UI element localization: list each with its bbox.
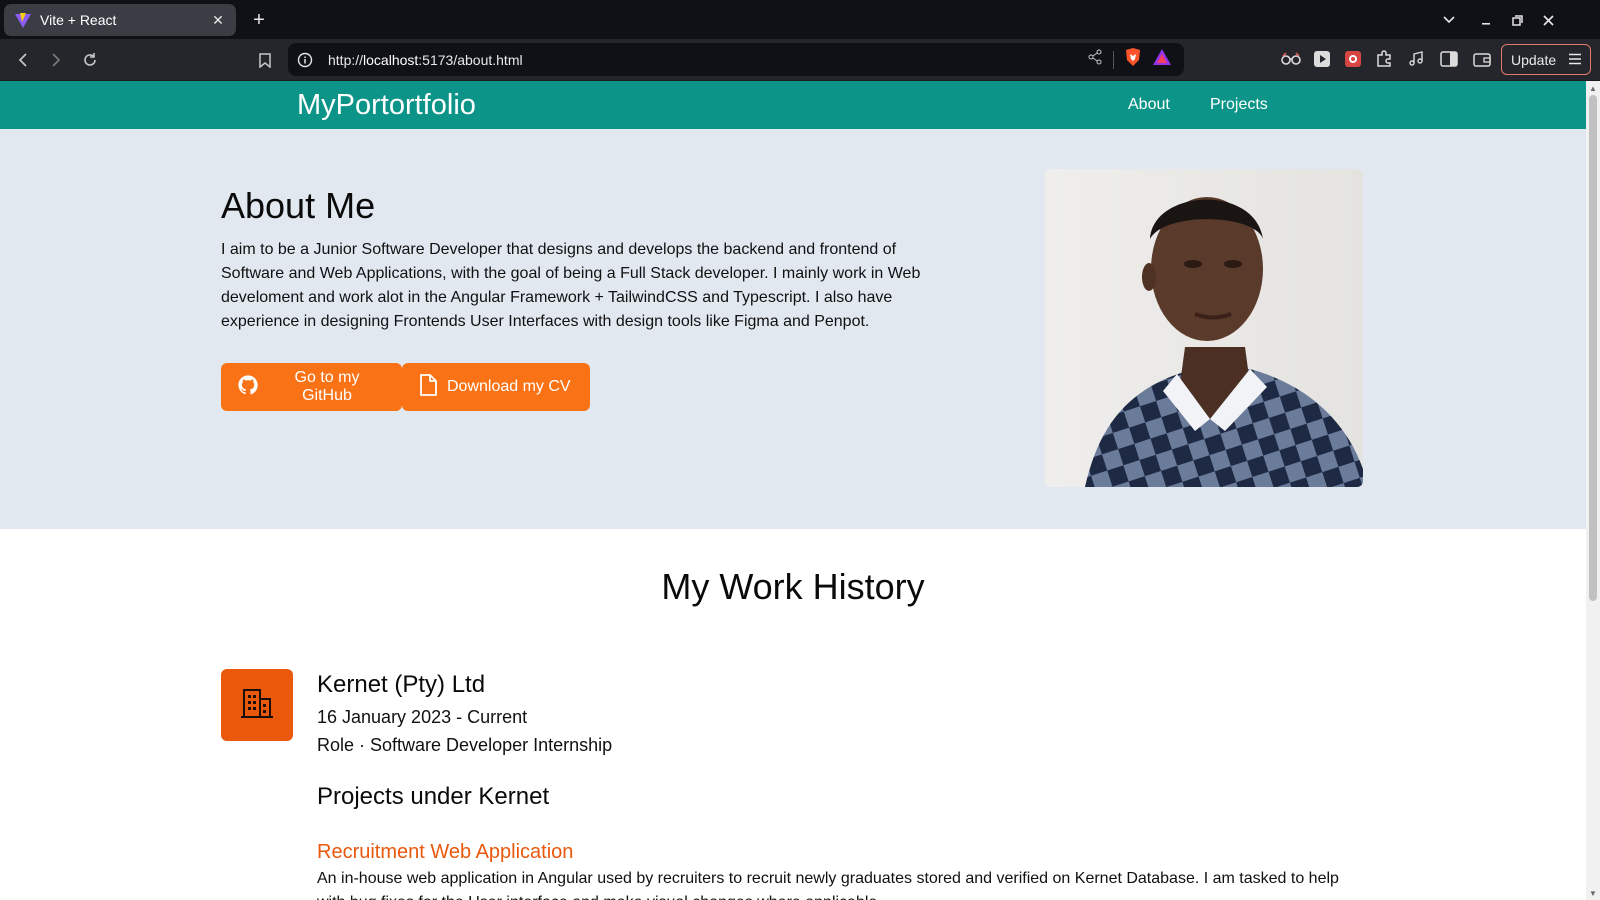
about-hero: About Me I aim to be a Junior Software D… (0, 129, 1586, 529)
employment-dates: 16 January 2023 - Current (317, 707, 528, 727)
update-button[interactable]: Update (1501, 44, 1591, 75)
project-description: An in-house web application in Angular u… (317, 870, 1339, 900)
about-bio: I aim to be a Junior Software Developer … (221, 241, 921, 330)
share-icon[interactable] (1087, 49, 1103, 70)
projects-under-company-heading: Projects under Kernet (317, 783, 550, 810)
download-cv-button[interactable]: Download my CV (402, 363, 590, 411)
forward-icon[interactable] (43, 47, 69, 73)
nav-link-about[interactable]: About (1128, 96, 1170, 114)
company-name: Kernet (Pty) Ltd (317, 671, 486, 698)
bookmark-icon[interactable] (252, 47, 278, 73)
back-icon[interactable] (10, 47, 36, 73)
tab-list-chevron-icon[interactable] (1437, 8, 1461, 32)
download-cv-label: Download my CV (447, 378, 571, 395)
site-brand[interactable]: MyPortortfolio (297, 89, 476, 121)
page-viewport: MyPortortfolio About Projects About Me I… (0, 81, 1586, 900)
about-heading: About Me (221, 185, 376, 226)
minimize-icon[interactable] (1474, 8, 1498, 32)
tab-strip: Vite + React ✕ + (0, 0, 1600, 39)
tab-title: Vite + React (40, 12, 117, 28)
sidebar-toggle-icon[interactable] (1437, 47, 1461, 71)
url-scheme: http:// (328, 51, 364, 68)
wallet-icon[interactable] (1470, 47, 1494, 71)
menu-icon (1568, 52, 1582, 68)
extension-glasses-icon[interactable] (1279, 47, 1303, 71)
nav-link-projects[interactable]: Projects (1210, 96, 1268, 114)
url-path: :5173/about.html (418, 51, 523, 68)
job-role: Role · Software Developer Internship (317, 735, 613, 755)
restore-icon[interactable] (1505, 8, 1529, 32)
new-tab-icon[interactable]: + (247, 8, 271, 32)
page-scrollbar[interactable]: ▲ ▼ (1586, 81, 1600, 900)
close-window-icon[interactable] (1536, 8, 1560, 32)
profile-photo (1045, 169, 1363, 487)
url-host: localhost (363, 51, 419, 68)
vite-favicon-icon (14, 11, 32, 29)
project-title[interactable]: Recruitment Web Application (317, 841, 573, 864)
file-icon (418, 373, 438, 401)
scroll-down-arrow-icon[interactable]: ▼ (1586, 886, 1600, 900)
extension-red-icon[interactable] (1341, 47, 1365, 71)
site-navbar: MyPortortfolio About Projects (0, 81, 1586, 129)
media-music-icon[interactable] (1404, 47, 1428, 71)
browser-tab[interactable]: Vite + React ✕ (4, 4, 236, 36)
github-button[interactable]: Go to my GitHub (221, 363, 402, 411)
rewards-icon[interactable] (1152, 48, 1172, 71)
extensions-puzzle-icon[interactable] (1372, 47, 1396, 71)
scrollbar-thumb[interactable] (1589, 95, 1597, 601)
brave-shield-icon[interactable] (1124, 47, 1142, 72)
work-history-heading: My Work History (661, 566, 925, 607)
extension-play-icon[interactable] (1310, 47, 1334, 71)
tab-close-icon[interactable]: ✕ (206, 8, 230, 32)
address-bar[interactable]: http://localhost:5173/about.html (288, 43, 1184, 76)
omnibox-divider (1113, 50, 1114, 69)
company-logo (221, 669, 293, 741)
info-icon[interactable] (297, 52, 313, 68)
url-text[interactable]: http://localhost:5173/about.html (328, 52, 1087, 68)
github-button-label: Go to my GitHub (294, 369, 360, 404)
github-icon (237, 374, 259, 401)
browser-toolbar: http://localhost:5173/about.html Update (0, 39, 1600, 81)
scroll-up-arrow-icon[interactable]: ▲ (1586, 81, 1600, 95)
reload-icon[interactable] (77, 47, 103, 73)
building-icon (240, 686, 274, 725)
update-label: Update (1511, 51, 1557, 68)
